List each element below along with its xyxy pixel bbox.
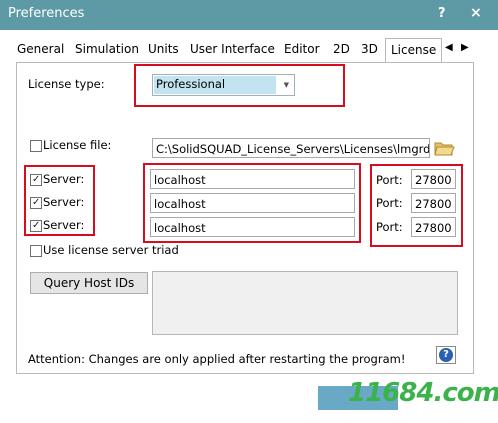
tab-scroll-right-icon[interactable]: ▶ [461, 42, 469, 53]
tab-editor[interactable]: Editor [284, 42, 320, 56]
attention-note: Attention: Changes are only applied afte… [28, 352, 406, 366]
tab-license[interactable]: License [385, 38, 443, 63]
close-icon[interactable]: × [470, 5, 482, 21]
info-button[interactable]: ? [436, 346, 456, 364]
query-host-ids-button[interactable]: Query Host IDs [30, 272, 148, 294]
window-title: Preferences [8, 6, 85, 21]
help-icon[interactable]: ? [438, 6, 446, 21]
tab-strip: General Simulation Units User Interface … [0, 38, 498, 63]
license-file-checkbox[interactable] [30, 140, 42, 152]
tab-2d[interactable]: 2D [333, 42, 350, 56]
license-type-label: License type: [28, 77, 105, 91]
tab-user-interface[interactable]: User Interface [190, 42, 275, 56]
host-ids-output [152, 271, 458, 335]
tab-units[interactable]: Units [148, 42, 179, 56]
license-file-path[interactable]: C:\SolidSQUAD_License_Servers\Licenses\l… [152, 138, 430, 158]
license-file-label: License file: [43, 138, 112, 152]
highlight-server-checkboxes [24, 165, 95, 236]
triad-label: Use license server triad [43, 243, 179, 257]
watermark: 11684.com [348, 378, 498, 408]
triad-checkbox[interactable] [30, 245, 42, 257]
highlight-license-type [134, 64, 345, 107]
title-bar: Preferences ? × [0, 0, 498, 30]
highlight-server-hosts [143, 163, 361, 243]
tab-simulation[interactable]: Simulation [75, 42, 139, 56]
tab-general[interactable]: General [17, 42, 64, 56]
folder-open-icon[interactable] [433, 138, 455, 158]
tab-3d[interactable]: 3D [361, 42, 378, 56]
highlight-server-ports [370, 164, 463, 247]
info-icon: ? [439, 348, 453, 362]
tab-scroll-left-icon[interactable]: ◀ [445, 42, 453, 53]
